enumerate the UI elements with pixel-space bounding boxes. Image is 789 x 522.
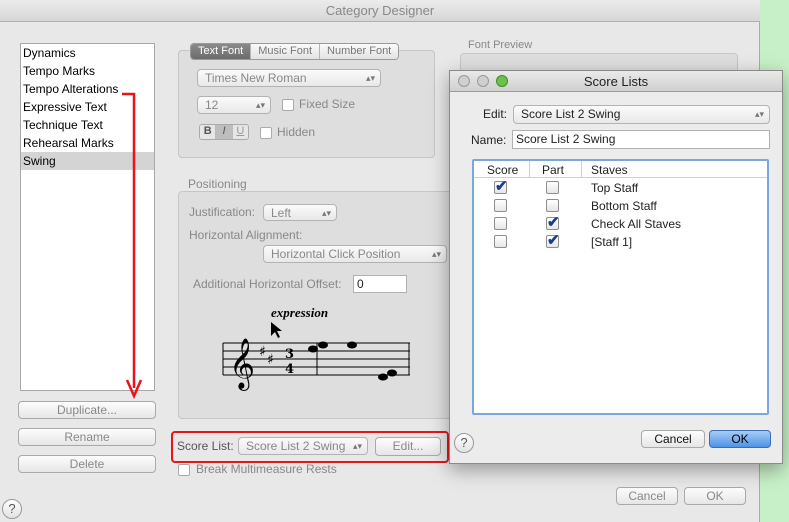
edit-label: Edit: bbox=[483, 107, 508, 121]
fixed-size-label: Fixed Size bbox=[299, 97, 356, 111]
score-checkbox[interactable] bbox=[494, 217, 507, 230]
break-rests-label: Break Multimeasure Rests bbox=[196, 462, 337, 476]
column-header-staves[interactable]: Staves bbox=[591, 163, 628, 177]
bold-button[interactable]: B bbox=[200, 125, 217, 139]
svg-text:3: 3 bbox=[285, 347, 294, 362]
staff-name: [Staff 1] bbox=[591, 235, 633, 249]
horizontal-alignment-popup[interactable]: Horizontal Click Position ▴▾ bbox=[263, 245, 447, 263]
positioning-label: Positioning bbox=[188, 177, 247, 191]
chevron-updown-icon: ▴▾ bbox=[255, 100, 265, 110]
staff-name: Top Staff bbox=[591, 181, 639, 195]
font-preview-label: Font Preview bbox=[468, 39, 533, 51]
chevron-updown-icon: ▴▾ bbox=[321, 208, 331, 218]
dialog-ok-button[interactable]: OK bbox=[709, 430, 771, 448]
part-checkbox[interactable] bbox=[546, 181, 559, 194]
list-item[interactable]: Tempo Marks bbox=[21, 62, 154, 80]
tab-number-font[interactable]: Number Font bbox=[320, 44, 399, 59]
delete-button[interactable]: Delete bbox=[18, 455, 156, 473]
font-family-popup[interactable]: Times New Roman ▴▾ bbox=[197, 69, 381, 87]
edit-score-list-popup[interactable]: Score List 2 Swing ▴▾ bbox=[513, 105, 770, 124]
table-row[interactable]: Bottom Staff bbox=[474, 197, 767, 215]
svg-text:♯: ♯ bbox=[259, 344, 266, 360]
column-divider bbox=[581, 161, 582, 177]
score-checkbox[interactable] bbox=[494, 199, 507, 212]
svg-text:4: 4 bbox=[285, 362, 294, 377]
font-tabs[interactable]: Text Font Music Font Number Font bbox=[190, 43, 400, 60]
score-lists-dialog: Score Lists Edit: Score List 2 Swing ▴▾ N… bbox=[449, 70, 783, 464]
duplicate-button[interactable]: Duplicate... bbox=[18, 401, 156, 419]
ok-button[interactable]: OK bbox=[684, 487, 746, 505]
fixed-size-checkbox[interactable] bbox=[282, 99, 294, 111]
staves-table[interactable]: Score Part Staves Top Staff Bottom Staff… bbox=[472, 159, 769, 415]
chevron-updown-icon: ▴▾ bbox=[754, 109, 764, 119]
close-window-icon[interactable] bbox=[458, 75, 470, 87]
justification-popup[interactable]: Left ▴▾ bbox=[263, 204, 337, 221]
zoom-window-icon[interactable] bbox=[496, 75, 508, 87]
part-checkbox[interactable] bbox=[546, 199, 559, 212]
dialog-help-button[interactable]: ? bbox=[454, 433, 474, 453]
table-row[interactable]: Top Staff bbox=[474, 177, 767, 197]
edit-score-list-value: Score List 2 Swing bbox=[521, 107, 621, 121]
minimize-window-icon[interactable] bbox=[477, 75, 489, 87]
horizontal-alignment-value: Horizontal Click Position bbox=[271, 247, 401, 261]
list-item[interactable]: Dynamics bbox=[21, 44, 154, 62]
score-list-label: Score List: bbox=[177, 439, 234, 453]
hidden-checkbox[interactable] bbox=[260, 127, 272, 139]
tab-music-font[interactable]: Music Font bbox=[251, 44, 321, 59]
name-field[interactable]: Score List 2 Swing bbox=[512, 130, 770, 149]
table-row[interactable]: [Staff 1] bbox=[474, 231, 767, 251]
justification-label: Justification: bbox=[189, 205, 256, 219]
italic-button[interactable]: I bbox=[216, 125, 233, 139]
red-arrow-annotation bbox=[122, 92, 143, 400]
score-list-popup[interactable]: Score List 2 Swing ▴▾ bbox=[238, 437, 368, 455]
svg-text:♯: ♯ bbox=[267, 352, 274, 368]
name-label: Name: bbox=[471, 133, 507, 147]
horizontal-alignment-label: Horizontal Alignment: bbox=[189, 228, 303, 242]
justification-value: Left bbox=[271, 206, 292, 220]
tab-text-font[interactable]: Text Font bbox=[191, 44, 252, 59]
staff-name: Bottom Staff bbox=[591, 199, 657, 213]
column-header-part[interactable]: Part bbox=[542, 163, 564, 177]
offset-label: Additional Horizontal Offset: bbox=[193, 277, 342, 291]
help-button[interactable]: ? bbox=[2, 499, 22, 519]
offset-field[interactable]: 0 bbox=[353, 275, 407, 293]
cancel-button[interactable]: Cancel bbox=[616, 487, 678, 505]
break-rests-checkbox[interactable] bbox=[178, 464, 190, 476]
font-size-popup[interactable]: 12 ▴▾ bbox=[197, 96, 271, 114]
staff-name: Check All Staves bbox=[591, 217, 682, 231]
table-row[interactable]: Check All Staves bbox=[474, 213, 767, 233]
underline-button[interactable]: U bbox=[232, 125, 248, 139]
hidden-label: Hidden bbox=[277, 125, 316, 139]
font-size-value: 12 bbox=[205, 98, 219, 112]
chevron-updown-icon: ▴▾ bbox=[431, 249, 441, 259]
window-title: Category Designer bbox=[0, 0, 760, 22]
part-checkbox[interactable] bbox=[546, 231, 560, 249]
score-list-value: Score List 2 Swing bbox=[246, 439, 346, 453]
music-staff-preview: 𝄞 ♯ ♯ 3 4 bbox=[222, 322, 410, 391]
header-divider bbox=[474, 177, 767, 178]
column-header-score[interactable]: Score bbox=[487, 163, 518, 177]
score-checkbox[interactable] bbox=[494, 235, 507, 248]
column-divider bbox=[529, 161, 530, 177]
chevron-updown-icon: ▴▾ bbox=[365, 73, 375, 83]
chevron-updown-icon: ▴▾ bbox=[352, 441, 362, 451]
style-buttons[interactable]: B I U bbox=[199, 124, 249, 140]
font-family-value: Times New Roman bbox=[205, 71, 307, 85]
svg-text:𝄞: 𝄞 bbox=[229, 338, 255, 391]
part-checkbox[interactable] bbox=[546, 213, 560, 231]
score-checkbox[interactable] bbox=[494, 177, 508, 195]
rename-button[interactable]: Rename bbox=[18, 428, 156, 446]
edit-score-list-button[interactable]: Edit... bbox=[375, 437, 441, 456]
dialog-cancel-button[interactable]: Cancel bbox=[641, 430, 705, 448]
